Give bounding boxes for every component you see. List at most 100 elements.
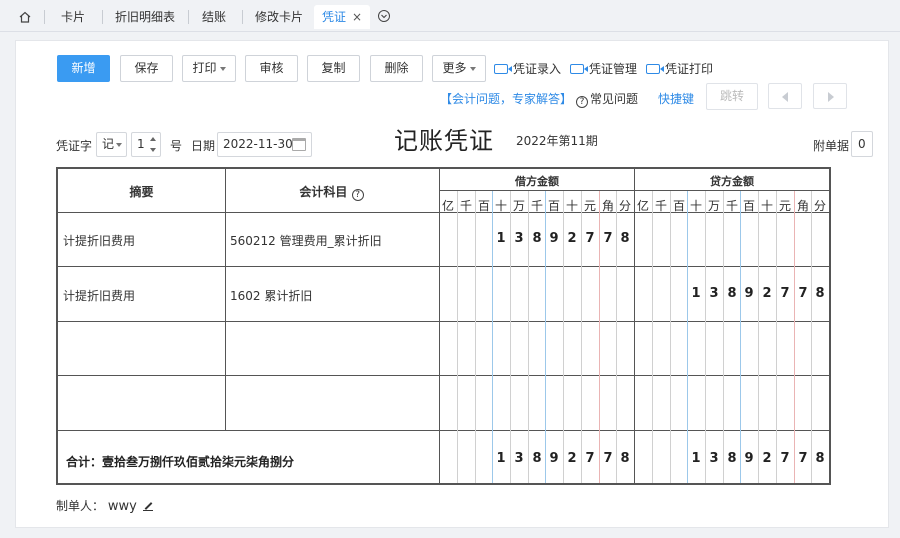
unit-label: 万 [707, 199, 720, 213]
print-button[interactable]: 打印 [182, 55, 236, 82]
new-button[interactable]: 新增 [57, 55, 110, 82]
unit-label: 百 [477, 199, 490, 213]
voucher-number-stepper[interactable]: 1 [131, 132, 161, 157]
total-label: 合计：壹拾叁万捌仟玖佰贰拾柒元柒角捌分 [66, 455, 295, 469]
grid-line [58, 321, 829, 322]
chevron-down-icon [219, 66, 226, 71]
amount-digit: 1 [496, 231, 506, 246]
grid-line [439, 169, 440, 483]
digit-line [776, 191, 777, 483]
prev-voucher-button[interactable] [768, 83, 802, 109]
row-account[interactable]: 1602 累计折旧 [230, 287, 312, 304]
voucher-panel: 新增 保存 打印 审核 复制 删除 更多 凭证录入 凭证管理 凭证打印 【会计问… [15, 40, 889, 528]
maker-value: wwy [107, 499, 137, 514]
faq-link[interactable]: ? 常见问题 [576, 90, 638, 108]
header-debit: 借方金额 [515, 175, 559, 188]
copy-button[interactable]: 复制 [307, 55, 360, 82]
more-button[interactable]: 更多 [432, 55, 486, 82]
chevron-down-icon [469, 66, 476, 71]
amount-digit: 7 [585, 451, 595, 466]
pencil-icon[interactable] [142, 501, 153, 511]
header-summary: 摘要 [129, 185, 154, 199]
unit-label: 千 [459, 199, 472, 213]
home-icon[interactable] [14, 6, 36, 28]
shortcut-link[interactable]: 快捷键 [658, 90, 694, 107]
tab-card[interactable]: 卡片 [54, 6, 92, 28]
stepper-arrows-icon[interactable] [150, 135, 158, 154]
amount-digit: 3 [514, 231, 524, 246]
row-summary[interactable]: 计提折旧费用 [63, 287, 135, 304]
audit-button[interactable]: 审核 [245, 55, 298, 82]
expert-answer-link[interactable]: 【会计问题，专家解答】 [440, 90, 572, 107]
tab-dropdown-icon[interactable] [378, 10, 390, 22]
unit-label: 千 [530, 199, 543, 213]
video-icon [570, 64, 588, 74]
grid-line [58, 430, 829, 431]
close-icon[interactable]: × [352, 10, 362, 24]
amount-digit: 8 [620, 451, 630, 466]
next-voucher-button[interactable] [813, 83, 847, 109]
digit-line [457, 191, 458, 483]
unit-label: 角 [601, 199, 614, 213]
digit-line [652, 191, 653, 483]
amount-digit: 3 [709, 451, 719, 466]
digit-line [687, 191, 688, 483]
unit-label: 元 [583, 199, 596, 213]
video-icon [646, 64, 664, 74]
date-value: 2022-11-30 [223, 137, 293, 151]
voucher-word-label: 凭证字 [56, 139, 93, 153]
amount-digit: 8 [727, 286, 737, 301]
amount-digit: 2 [762, 286, 772, 301]
voucher-word-select[interactable]: 记 [96, 132, 127, 157]
amount-digit: 9 [549, 231, 559, 246]
calendar-icon[interactable] [292, 138, 306, 151]
unit-label: 亿 [636, 199, 649, 213]
amount-digit: 8 [532, 231, 542, 246]
digit-line [794, 191, 795, 483]
digit-line [758, 191, 759, 483]
help-icon[interactable]: ? [351, 189, 364, 201]
digit-line [475, 191, 476, 483]
row-summary[interactable]: 计提折旧费用 [63, 232, 135, 249]
amount-digit: 7 [798, 286, 808, 301]
amount-digit: 7 [585, 231, 595, 246]
amount-digit: 2 [567, 451, 577, 466]
grid-line [58, 266, 829, 267]
tab-separator [188, 10, 189, 24]
amount-digit: 8 [815, 286, 825, 301]
amount-digit: 8 [815, 451, 825, 466]
voucher-entry-link[interactable]: 凭证录入 [513, 60, 561, 77]
save-button[interactable]: 保存 [120, 55, 173, 82]
header-account-label: 会计科目 [299, 185, 348, 199]
tab-closing[interactable]: 结账 [196, 6, 232, 28]
unit-label: 千 [725, 199, 738, 213]
tab-voucher[interactable]: 凭证 × [314, 5, 370, 29]
tab-voucher-label: 凭证 [321, 10, 346, 24]
tab-edit-card[interactable]: 修改卡片 [250, 6, 308, 28]
voucher-number-suffix: 号 [170, 139, 183, 153]
amount-digit: 1 [496, 451, 506, 466]
header-credit: 贷方金额 [710, 175, 754, 188]
amount-digit: 7 [603, 231, 613, 246]
tab-bar: 卡片 折旧明细表 结账 修改卡片 凭证 × [0, 0, 900, 32]
attachment-count-input[interactable]: 0 [851, 131, 873, 157]
voucher-print-link[interactable]: 凭证打印 [665, 60, 713, 77]
amount-digit: 2 [567, 231, 577, 246]
voucher-manage-link[interactable]: 凭证管理 [589, 60, 637, 77]
amount-digit: 1 [691, 286, 701, 301]
row-account[interactable]: 560212 管理费用_累计折旧 [230, 232, 382, 249]
unit-label: 分 [618, 199, 631, 213]
delete-button[interactable]: 删除 [370, 55, 423, 82]
unit-label: 千 [654, 199, 667, 213]
unit-label: 万 [512, 199, 525, 213]
amount-digit: 1 [691, 451, 701, 466]
digit-line [740, 191, 741, 483]
chevron-right-icon [828, 92, 834, 102]
tab-depreciation-detail[interactable]: 折旧明细表 [112, 6, 178, 28]
date-input[interactable]: 2022-11-30 [217, 132, 312, 157]
amount-digit: 3 [514, 451, 524, 466]
jump-button[interactable]: 跳转 [706, 83, 758, 110]
tab-separator [242, 10, 243, 24]
voucher-number-value: 1 [137, 137, 145, 151]
amount-digit: 9 [744, 451, 754, 466]
